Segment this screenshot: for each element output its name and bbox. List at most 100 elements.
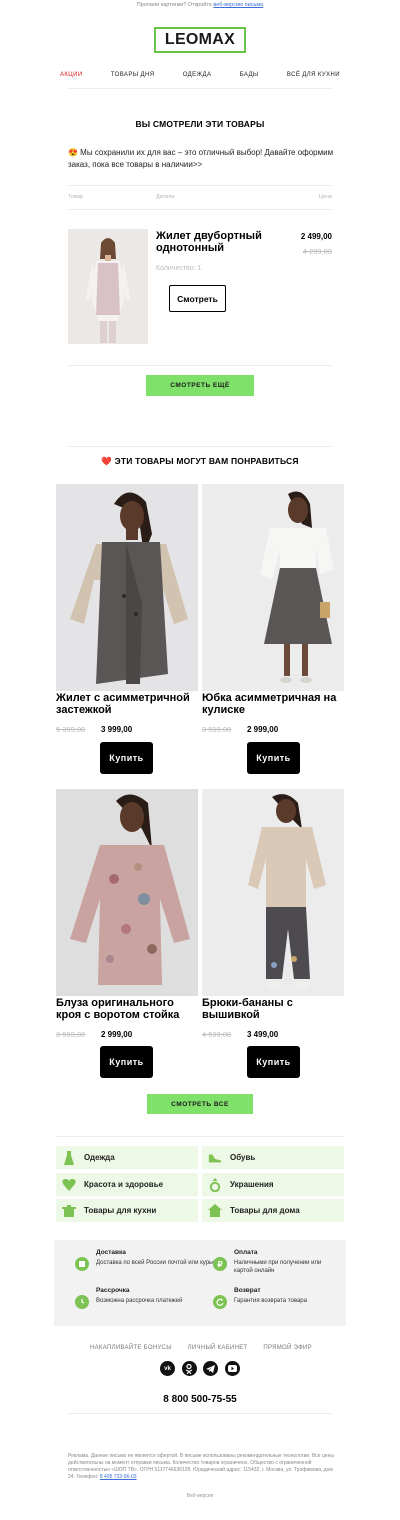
footer-link-bonuses[interactable]: НАКАПЛИВАЙТЕ БОНУСЫ	[90, 1345, 172, 1351]
service-title: Возврат	[234, 1287, 261, 1294]
web-version-link[interactable]: веб-версию письма	[213, 2, 263, 8]
legal-text: Реклама. Данное письмо не является оферт…	[68, 1453, 334, 1481]
services-panel: Доставка Доставка по всей России почтой …	[54, 1240, 346, 1326]
category-label: Одежда	[84, 1153, 115, 1162]
service-delivery: Доставка Доставка по всей России почтой …	[96, 1249, 232, 1267]
footer-link-live[interactable]: ПРЯМОЙ ЭФИР	[263, 1345, 312, 1351]
recommend-image-3[interactable]	[56, 789, 198, 996]
service-text: Возможна рассрочка платежей	[96, 1298, 183, 1304]
buy-button-4[interactable]: Купить	[247, 1046, 300, 1078]
service-title: Доставка	[96, 1249, 126, 1256]
view-product-button[interactable]: Смотреть	[169, 285, 226, 312]
divider	[68, 1413, 332, 1414]
recommend-image-4[interactable]	[202, 789, 344, 996]
divider	[68, 365, 332, 366]
see-more-button[interactable]: СМОТРЕТЬ ЕЩЁ	[146, 375, 254, 396]
vk-icon[interactable]: vk	[160, 1361, 175, 1376]
viewed-product-price: 2 499,00	[300, 232, 332, 241]
col-product: Товар	[68, 194, 83, 200]
phone-number[interactable]: 8 800 500-75-55	[0, 1394, 400, 1405]
viewed-product-title[interactable]: Жилет двубортный однотонный	[156, 230, 276, 254]
divider	[68, 209, 332, 210]
viewed-product-image[interactable]	[68, 229, 148, 344]
recommend-title-1[interactable]: Жилет с асимметричной застежкой	[56, 692, 201, 716]
service-title: Оплата	[234, 1249, 258, 1256]
category-home[interactable]: Товары для дома	[202, 1199, 344, 1222]
pot-icon	[62, 1204, 76, 1218]
col-price: Цена	[318, 194, 332, 200]
category-jewelry[interactable]: Украшения	[202, 1173, 344, 1196]
ring-icon	[208, 1177, 222, 1192]
recommend-old-price-4: 4 599,00	[202, 1030, 232, 1039]
viewed-product-old-price: 4 299,00	[302, 247, 332, 256]
nav-item-clothing[interactable]: ОДЕЖДА	[183, 72, 212, 78]
legal-phone-link[interactable]: 8 495 733-96-03	[100, 1474, 137, 1480]
preheader-text: Пропали картинки? Откройте	[136, 2, 212, 8]
recommend-price-2: 2 999,00	[247, 725, 279, 734]
viewed-product-quantity: Количество: 1	[156, 265, 202, 272]
recommend-old-price-1: 5 399,00	[56, 725, 86, 734]
recommend-image-1[interactable]	[56, 484, 198, 691]
nav-item-deals-of-day[interactable]: ТОВАРЫ ДНЯ	[111, 72, 155, 78]
category-label: Украшения	[230, 1180, 274, 1189]
service-installment: Рассрочка Возможна рассрочка платежей	[96, 1287, 196, 1305]
service-text: Наличными при получении или картой онлай…	[234, 1260, 322, 1274]
logo[interactable]: LEOMAX	[154, 27, 246, 53]
divider	[68, 185, 332, 186]
service-text: Доставка по всей России почтой или курье…	[96, 1260, 227, 1266]
product-photo-asym-vest	[56, 484, 198, 691]
category-beauty-health[interactable]: Красота и здоровье	[56, 1173, 198, 1196]
divider	[68, 446, 332, 447]
recommend-image-2[interactable]	[202, 484, 344, 691]
youtube-icon[interactable]	[224, 1361, 240, 1376]
service-text: Гарантия возврата товара	[234, 1298, 307, 1304]
recommend-price-1: 3 999,00	[101, 725, 133, 734]
telegram-icon[interactable]	[203, 1361, 219, 1376]
category-kitchen[interactable]: Товары для кухни	[56, 1199, 198, 1222]
category-label: Красота и здоровье	[84, 1180, 164, 1189]
recommend-price-3: 2 999,00	[101, 1030, 133, 1039]
col-details: Детали	[156, 194, 175, 200]
recommend-heading: ❤️ ЭТИ ТОВАРЫ МОГУТ ВАМ ПОНРАВИТЬСЯ	[101, 456, 299, 466]
recommend-old-price-3: 3 599,00	[56, 1030, 86, 1039]
dress-icon	[62, 1150, 76, 1165]
heart-icon	[62, 1178, 76, 1192]
footer-links: НАКАПЛИВАЙТЕ БОНУСЫ ЛИЧНЫЙ КАБИНЕТ ПРЯМО…	[90, 1345, 312, 1351]
main-nav: АКЦИИ ТОВАРЫ ДНЯ ОДЕЖДА БАДЫ ВСЁ ДЛЯ КУХ…	[60, 72, 340, 78]
footer-link-account[interactable]: ЛИЧНЫЙ КАБИНЕТ	[188, 1345, 248, 1351]
buy-button-3[interactable]: Купить	[100, 1046, 153, 1078]
product-photo-trousers	[202, 789, 344, 996]
recommend-title-4[interactable]: Брюки-бананы с вышивкой	[202, 997, 347, 1021]
service-title: Рассрочка	[96, 1287, 130, 1294]
box-icon	[75, 1257, 89, 1271]
viewed-heading: ВЫ СМОТРЕЛИ ЭТИ ТОВАРЫ	[135, 119, 265, 129]
web-version-footer-link[interactable]: Веб-версия	[0, 1493, 400, 1499]
odnoklassniki-icon[interactable]	[181, 1361, 197, 1376]
shoe-icon	[208, 1151, 222, 1165]
nav-item-sales[interactable]: АКЦИИ	[60, 72, 83, 78]
category-label: Товары для дома	[230, 1206, 300, 1215]
recommend-old-price-2: 3 599,00	[202, 725, 232, 734]
divider	[56, 1136, 344, 1137]
recommend-title-2[interactable]: Юбка асимметричная на кулиске	[202, 692, 347, 716]
buy-button-1[interactable]: Купить	[100, 742, 153, 774]
product-photo-blouse	[56, 789, 198, 996]
recommend-price-4: 3 499,00	[247, 1030, 279, 1039]
recommend-title-3[interactable]: Блуза оригинального кроя с воротом стойк…	[56, 997, 201, 1021]
preheader: Пропали картинки? Откройте веб-версию пи…	[0, 2, 400, 8]
divider	[68, 88, 332, 89]
category-shoes[interactable]: Обувь	[202, 1146, 344, 1169]
category-label: Товары для кухни	[84, 1206, 157, 1215]
nav-item-supplements[interactable]: БАДЫ	[240, 72, 259, 78]
nav-item-kitchen[interactable]: ВСЁ ДЛЯ КУХНИ	[287, 72, 340, 78]
clock-icon	[75, 1295, 89, 1309]
category-clothing[interactable]: Одежда	[56, 1146, 198, 1169]
see-all-button[interactable]: СМОТРЕТЬ ВСЕ	[147, 1094, 253, 1114]
return-icon	[213, 1295, 227, 1309]
house-icon	[208, 1204, 222, 1218]
social-links: vk	[160, 1361, 240, 1376]
service-payment: Оплата Наличными при получении или карто…	[234, 1249, 334, 1275]
viewed-intro: 😍 Мы сохранили их для вас – это отличный…	[68, 148, 334, 169]
category-label: Обувь	[230, 1153, 256, 1162]
buy-button-2[interactable]: Купить	[247, 742, 300, 774]
